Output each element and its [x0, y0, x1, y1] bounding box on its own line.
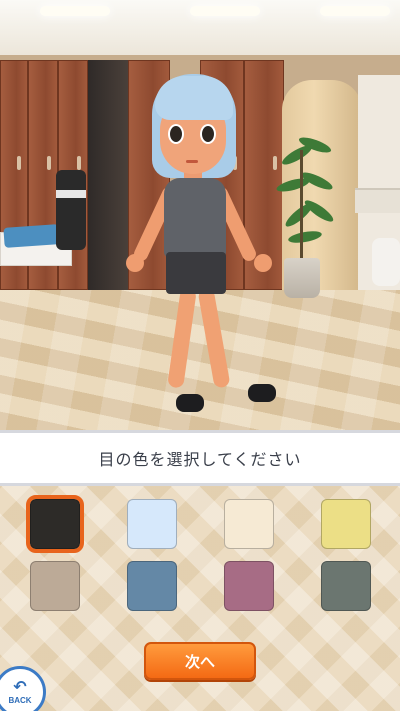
sandal-icon [248, 384, 276, 402]
instruction-text: 目の色を選択してください [98, 450, 302, 469]
avatar-mouth [186, 160, 198, 163]
eye-color-swatch[interactable] [224, 499, 274, 549]
next-button[interactable]: 次へ [144, 642, 256, 680]
instruction-bar: 目の色を選択してください [0, 430, 400, 486]
sandal-icon [176, 394, 204, 412]
avatar-eye [200, 124, 216, 144]
eye-color-swatch[interactable] [321, 561, 371, 611]
back-button-label: BACK [8, 696, 32, 705]
avatar-leg [197, 287, 231, 389]
avatar-eye [168, 124, 184, 144]
eye-color-swatch[interactable] [30, 561, 80, 611]
avatar-hand [126, 254, 144, 272]
back-arrow-icon: ↶ [13, 677, 27, 696]
eye-color-swatch[interactable] [224, 561, 274, 611]
avatar-hand [254, 254, 272, 272]
eye-color-swatch[interactable] [26, 495, 84, 553]
avatar-leg [167, 287, 197, 389]
next-button-label: 次へ [184, 652, 215, 671]
avatar-shirt [164, 178, 226, 258]
eye-color-swatch[interactable] [127, 499, 177, 549]
eye-color-swatch[interactable] [321, 499, 371, 549]
avatar-shorts [166, 252, 226, 294]
eye-color-swatch[interactable] [127, 561, 177, 611]
avatar-bangs [155, 76, 233, 120]
avatar-character [0, 0, 400, 430]
